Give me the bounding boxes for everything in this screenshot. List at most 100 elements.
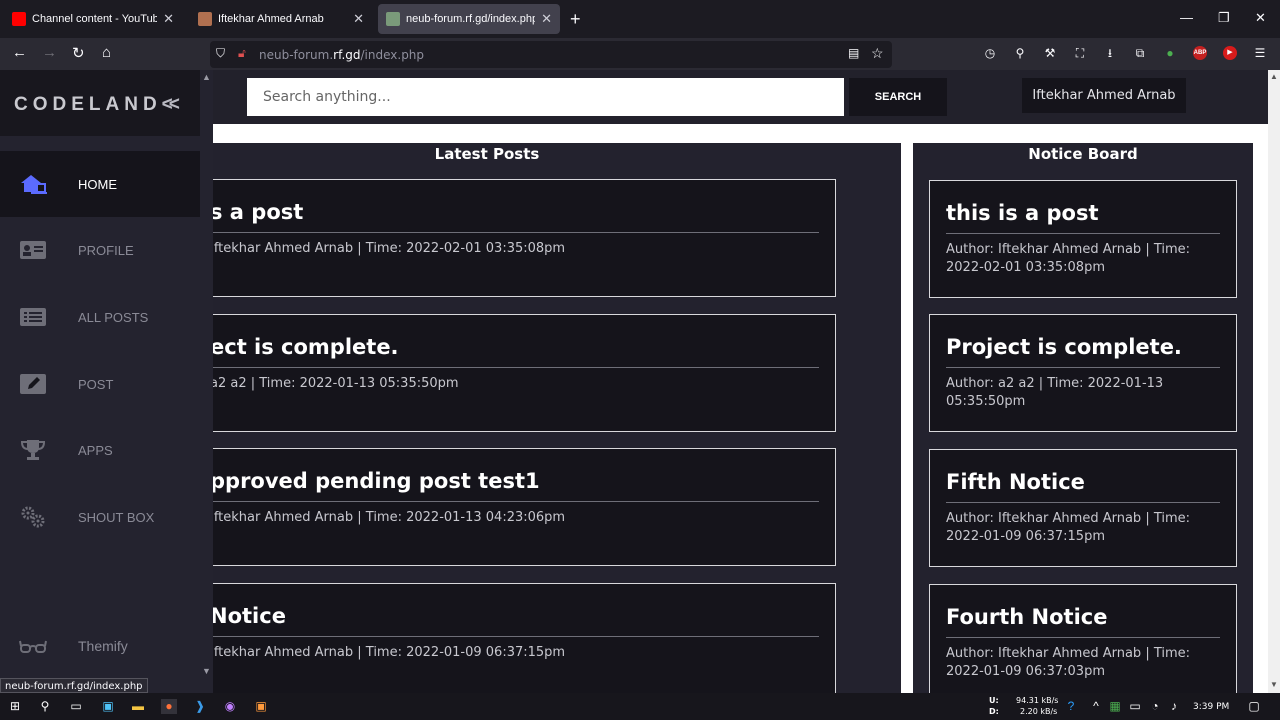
notice-title[interactable]: this is a post	[946, 201, 1220, 234]
search-icon[interactable]: ⚲	[1013, 46, 1027, 60]
tray-chevron-icon[interactable]: ^	[1088, 699, 1104, 714]
post-title[interactable]: s a post	[213, 200, 819, 233]
close-icon[interactable]: ✕	[541, 11, 552, 27]
scroll-up-icon[interactable]: ▲	[202, 72, 211, 82]
address-bar[interactable]: ⛉ 🔓︎ neub-forum.rf.gd/index.php ▤ ☆	[210, 41, 892, 68]
notifications-icon[interactable]: ▢	[1246, 699, 1262, 714]
firefox-icon[interactable]: ●	[161, 699, 177, 714]
app-icon[interactable]: ▣	[253, 699, 269, 714]
new-tab-icon[interactable]: +	[570, 9, 581, 30]
glasses-icon	[19, 635, 47, 657]
sidebar-scrollbar[interactable]: ▲ ▼	[200, 70, 213, 693]
sidebar-item-all-posts[interactable]: ALL POSTS	[0, 284, 200, 350]
trophy-icon	[19, 439, 47, 461]
sidebar-item-profile[interactable]: PROFILE	[0, 217, 200, 283]
extensions-icon[interactable]: ⧉	[1133, 46, 1147, 60]
search-icon[interactable]: ⚲	[37, 699, 53, 714]
notice-card[interactable]: Fourth Notice Author: Iftekhar Ahmed Arn…	[929, 584, 1237, 693]
store-icon[interactable]: ▣	[100, 699, 116, 714]
back-icon[interactable]: ←	[12, 44, 27, 61]
top-header: SEARCH Iftekhar Ahmed Arnab	[213, 70, 1268, 124]
wifi-icon[interactable]: ◔	[1147, 699, 1163, 714]
lock-icon[interactable]: 🔓︎	[238, 46, 246, 61]
net-down-label: D:	[989, 707, 999, 716]
tab-youtube-studio[interactable]: Channel content - YouTube Studio ✕	[4, 4, 182, 34]
tab-title: Iftekhar Ahmed Arnab	[218, 13, 324, 25]
sidebar-item-label: HOME	[78, 176, 117, 192]
notice-title[interactable]: Fifth Notice	[946, 470, 1220, 503]
search-button[interactable]: SEARCH	[849, 78, 947, 116]
user-profile-button[interactable]: Iftekhar Ahmed Arnab	[1022, 78, 1186, 113]
screenshot-icon[interactable]: ⛶	[1073, 46, 1087, 60]
history-icon[interactable]: ◷	[983, 46, 997, 60]
adblock-plus-icon[interactable]: ABP	[1193, 46, 1207, 60]
sidebar-item-shout-box[interactable]: SHOUT BOX	[0, 484, 200, 550]
help-icon[interactable]: ?	[1063, 699, 1079, 714]
volume-icon[interactable]: ♪	[1166, 699, 1182, 714]
page-viewport: CODELAND<< HOME PROFILE ALL POSTS POST A…	[0, 70, 1268, 693]
sidebar-item-apps[interactable]: APPS	[0, 417, 200, 483]
post-card[interactable]: pproved pending post test1 Iftekhar Ahme…	[213, 448, 836, 566]
restore-icon[interactable]: ❐	[1218, 10, 1230, 26]
sidebar-item-themify[interactable]: Themify	[0, 613, 200, 679]
post-title[interactable]: pproved pending post test1	[213, 469, 819, 502]
vscode-icon[interactable]: ❱	[192, 699, 208, 714]
tab-title: Channel content - YouTube Studio	[32, 13, 158, 25]
bookmark-star-icon[interactable]: ☆	[871, 45, 884, 62]
post-card[interactable]: Notice Iftekhar Ahmed Arnab | Time: 2022…	[213, 583, 836, 693]
reader-view-icon[interactable]: ▤	[848, 46, 859, 60]
forward-icon[interactable]: →	[42, 44, 57, 61]
minimize-icon[interactable]: —	[1180, 10, 1193, 25]
url-text[interactable]: neub-forum.rf.gd/index.php	[259, 48, 424, 62]
notice-card[interactable]: Fifth Notice Author: Iftekhar Ahmed Arna…	[929, 449, 1237, 567]
gears-icon	[19, 506, 47, 528]
window-close-icon[interactable]: ✕	[1255, 10, 1266, 26]
notice-meta: Author: Iftekhar Ahmed Arnab | Time: 202…	[946, 646, 1191, 679]
scroll-up-icon[interactable]: ▲	[1270, 72, 1278, 81]
github-desktop-icon[interactable]: ◉	[222, 699, 238, 714]
notice-title[interactable]: Project is complete.	[946, 335, 1220, 368]
file-explorer-icon[interactable]: ▬	[130, 699, 146, 714]
notice-title[interactable]: Fourth Notice	[946, 605, 1220, 638]
pencil-icon	[19, 373, 47, 395]
tray-app-icon[interactable]: ▦	[1107, 699, 1123, 714]
search-input[interactable]	[247, 78, 844, 116]
windows-start-icon[interactable]: ⊞	[7, 699, 23, 714]
sidebar-item-post[interactable]: POST	[0, 351, 200, 417]
clock[interactable]: 3:39 PM	[1193, 702, 1229, 712]
post-meta: Iftekhar Ahmed Arnab | Time: 2022-02-01 …	[213, 241, 566, 256]
notice-meta: Author: Iftekhar Ahmed Arnab | Time: 202…	[946, 242, 1191, 275]
scroll-down-icon[interactable]: ▼	[1270, 680, 1278, 689]
notice-card[interactable]: Project is complete. Author: a2 a2 | Tim…	[929, 314, 1237, 432]
home-icon[interactable]: ⌂	[102, 44, 111, 61]
tab-neub-forum[interactable]: neub-forum.rf.gd/index.php ✕	[378, 4, 560, 34]
list-icon	[19, 306, 47, 328]
notice-card[interactable]: this is a post Author: Iftekhar Ahmed Ar…	[929, 180, 1237, 298]
reload-icon[interactable]: ↻	[72, 44, 85, 62]
id-card-icon	[19, 239, 47, 261]
scroll-down-icon[interactable]: ▼	[202, 666, 211, 676]
url-domain: rf.gd	[333, 48, 361, 62]
post-title[interactable]: Notice	[213, 604, 819, 637]
logo-chevrons: <<	[161, 94, 180, 115]
latest-posts-heading: Latest Posts	[434, 145, 540, 163]
sidebar-item-home[interactable]: HOME	[0, 151, 200, 217]
download-icon[interactable]: ⭳	[1103, 46, 1117, 60]
close-icon[interactable]: ✕	[163, 11, 174, 27]
translate-extension-icon[interactable]: ●	[1163, 46, 1177, 60]
menu-icon[interactable]: ☰	[1253, 46, 1267, 60]
task-view-icon[interactable]: ▭	[68, 699, 84, 714]
tracking-shield-icon[interactable]: ⛉	[216, 46, 225, 61]
battery-icon[interactable]: ▭	[1127, 699, 1143, 714]
post-card[interactable]: ect is complete. a2 a2 | Time: 2022-01-1…	[213, 314, 836, 432]
close-icon[interactable]: ✕	[353, 11, 364, 27]
page-scrollbar[interactable]: ▲ ▼	[1268, 70, 1280, 693]
video-extension-icon[interactable]: ▶	[1223, 46, 1237, 60]
post-meta: a2 a2 | Time: 2022-01-13 05:35:50pm	[213, 376, 459, 391]
site-logo[interactable]: CODELAND<<	[0, 70, 200, 136]
tab-profile[interactable]: Iftekhar Ahmed Arnab ✕	[190, 4, 372, 34]
wrench-icon[interactable]: ⚒	[1043, 46, 1057, 60]
post-card[interactable]: s a post Iftekhar Ahmed Arnab | Time: 20…	[213, 179, 836, 297]
notice-board-panel: Notice Board this is a post Author: Ifte…	[913, 143, 1253, 693]
post-title[interactable]: ect is complete.	[213, 335, 819, 368]
